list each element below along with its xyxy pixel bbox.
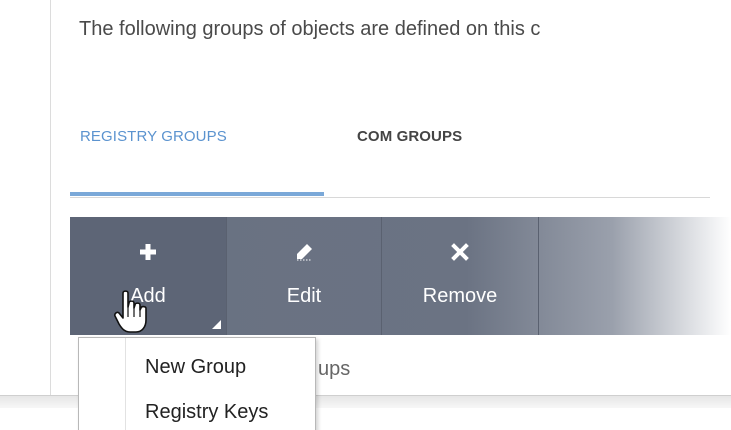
tab-com-groups[interactable]: COM GROUPS: [357, 128, 462, 145]
tab-divider: [70, 197, 710, 198]
active-tab-indicator: [70, 192, 324, 196]
menu-item-registry-keys[interactable]: Registry Keys: [145, 401, 268, 424]
app-window: The following groups of objects are defi…: [0, 0, 731, 430]
remove-button-label: Remove: [422, 285, 498, 307]
edit-button-label: Edit: [286, 285, 322, 307]
toolbar: Add Edit Remove: [70, 217, 731, 335]
plus-icon: [137, 241, 159, 263]
menu-item-new-group[interactable]: New Group: [145, 356, 246, 379]
menu-icon-gutter: [79, 338, 126, 430]
x-icon: [449, 241, 471, 263]
panel-left-border: [50, 0, 51, 395]
tab-registry-groups[interactable]: REGISTRY GROUPS: [80, 128, 227, 145]
edit-button[interactable]: Edit: [227, 217, 382, 335]
dropdown-arrow-icon[interactable]: [212, 320, 221, 329]
pencil-icon: [293, 241, 315, 263]
text-fade-overlay: [601, 0, 731, 70]
add-dropdown-menu: New Group Registry Keys: [78, 337, 316, 430]
hand-cursor-icon: [113, 289, 149, 335]
intro-text: The following groups of objects are defi…: [79, 18, 541, 40]
remove-button[interactable]: Remove: [382, 217, 539, 335]
groups-heading-partial: ups: [318, 358, 351, 380]
